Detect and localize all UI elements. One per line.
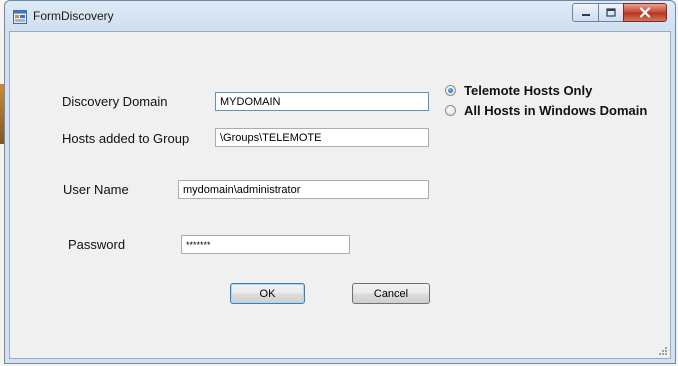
hosts-group-input[interactable]: [215, 128, 429, 147]
title-bar[interactable]: FormDiscovery: [5, 1, 675, 33]
form-discovery-window: FormDiscovery Discovery Domain MYDOMAIN …: [4, 0, 676, 364]
user-name-label: User Name: [63, 182, 129, 197]
discovery-domain-input[interactable]: [215, 92, 429, 111]
ok-button[interactable]: OK: [230, 283, 305, 304]
radio-all-hosts-windows-domain[interactable]: All Hosts in Windows Domain: [445, 103, 647, 118]
close-icon: [639, 7, 651, 18]
close-button[interactable]: [623, 3, 667, 22]
discovery-domain-label: Discovery Domain: [62, 94, 168, 109]
hosts-group-label: Hosts added to Group: [62, 131, 190, 146]
form-app-icon: [13, 10, 27, 24]
maximize-button[interactable]: [598, 3, 624, 22]
form-client-area: Discovery Domain Hosts added to Group Us…: [9, 31, 671, 359]
minimize-button[interactable]: [572, 3, 599, 22]
desktop: FormDiscovery Discovery Domain MYDOMAIN …: [0, 0, 678, 366]
radio-button-unchecked[interactable]: [445, 105, 456, 116]
radio-all-hosts-label: All Hosts in Windows Domain: [464, 103, 648, 118]
password-input[interactable]: [181, 235, 350, 254]
window-title: FormDiscovery: [33, 9, 114, 23]
radio-telemote-label: Telemote Hosts Only: [464, 83, 593, 98]
cancel-button[interactable]: Cancel: [352, 283, 430, 304]
minimize-icon: [581, 13, 590, 16]
user-name-input[interactable]: [178, 180, 429, 199]
maximize-icon: [606, 8, 616, 17]
password-label: Password: [68, 237, 126, 252]
size-grip-icon[interactable]: [658, 346, 668, 356]
caption-buttons: [572, 3, 667, 22]
radio-telemote-hosts-only[interactable]: Telemote Hosts Only: [445, 83, 592, 98]
radio-button-checked[interactable]: [445, 85, 456, 96]
